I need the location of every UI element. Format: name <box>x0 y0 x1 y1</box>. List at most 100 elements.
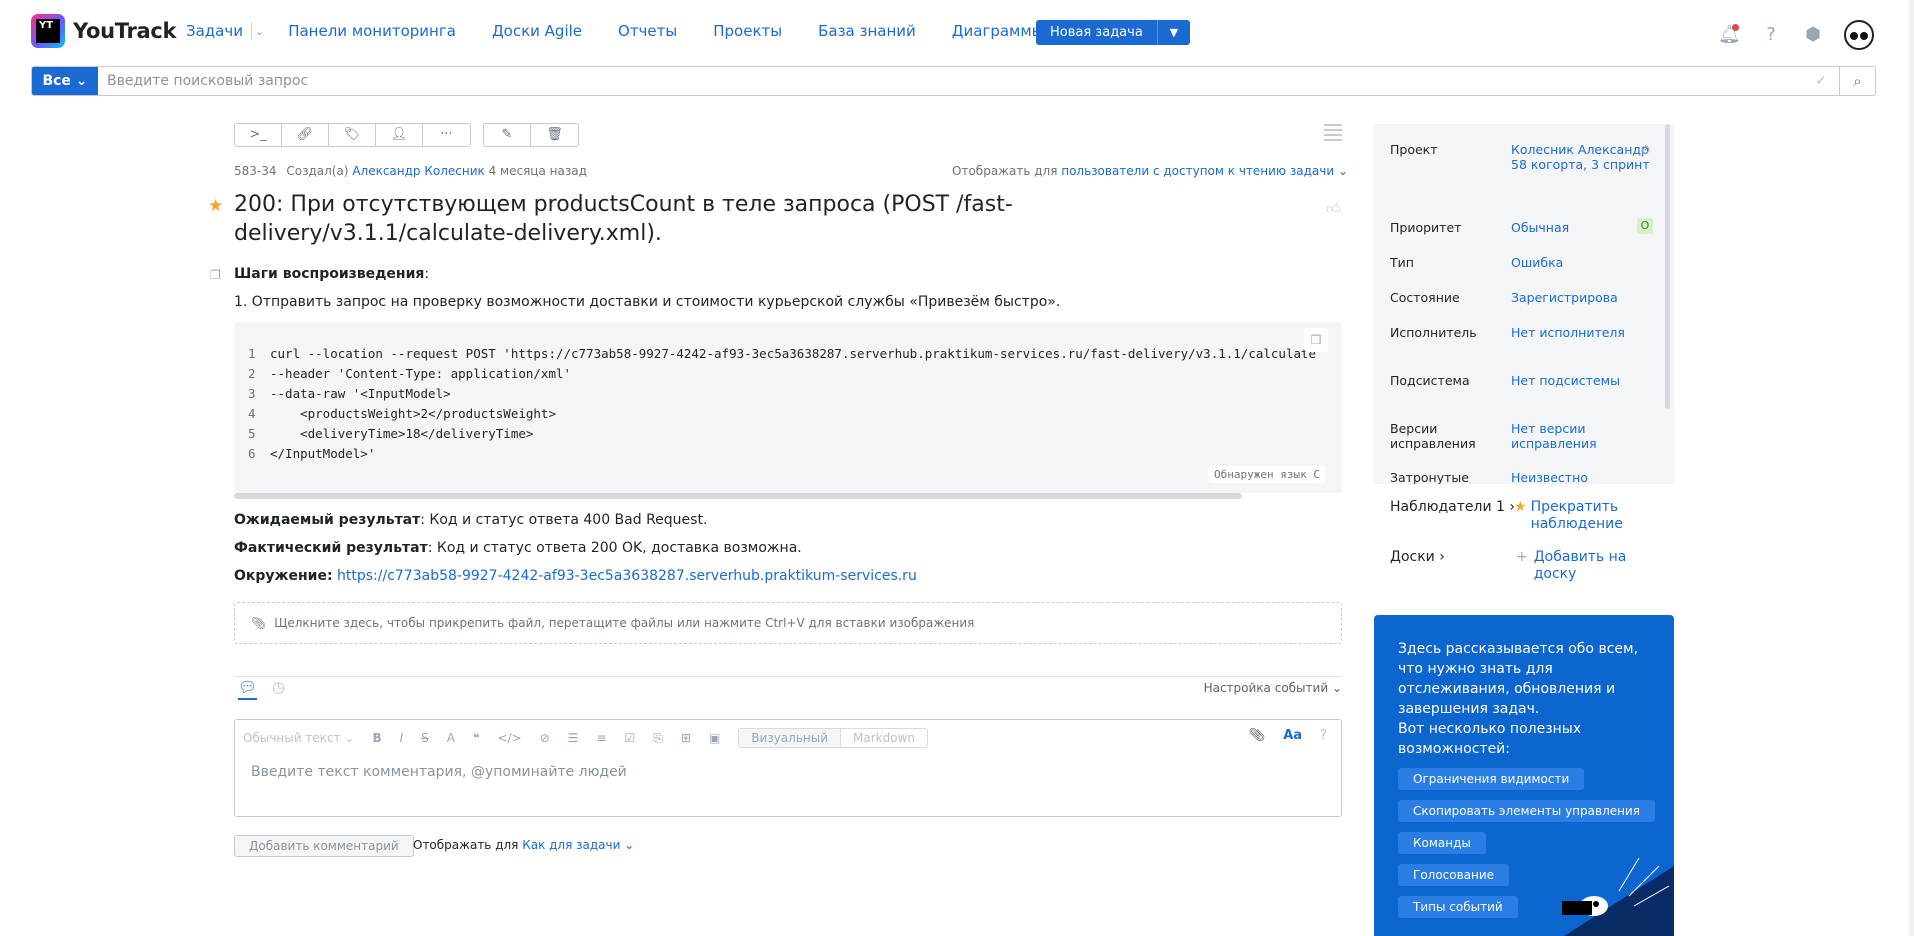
tag-icon[interactable]: 🏷︎ <box>329 124 376 146</box>
paperclip-icon[interactable]: 📎︎ <box>1249 728 1266 743</box>
image-icon[interactable]: ▣ <box>709 731 720 745</box>
mode-markdown[interactable]: Markdown <box>841 729 927 747</box>
code-line-5: <deliveryTime>18</deliveryTime> <box>270 426 534 441</box>
attach-hint: Щелкните здесь, чтобы прикрепить файл, п… <box>274 616 975 630</box>
visibility-select[interactable]: пользователи с доступом к чтению задачи … <box>1061 164 1348 178</box>
chevron-down-icon[interactable]: ⌄ <box>255 25 264 38</box>
created-prefix: Создал(а) <box>286 164 349 178</box>
comment-input[interactable] <box>251 764 1311 780</box>
add-to-board-button[interactable]: + Добавить на доску <box>1516 549 1644 583</box>
actual-label: Фактический результат <box>234 540 428 556</box>
page-scrollbar[interactable] <box>1909 0 1914 936</box>
code-icon[interactable]: </> <box>497 731 521 745</box>
user-avatar[interactable] <box>1844 20 1874 50</box>
nav-agile-boards[interactable]: Доски Agile <box>492 22 582 40</box>
command-icon[interactable]: >_ <box>235 124 282 146</box>
bell-icon[interactable]: 🔔︎ <box>1718 24 1741 46</box>
new-task-dropdown-button[interactable]: ▼ <box>1156 20 1190 45</box>
nav-knowledge-base[interactable]: База знаний <box>818 22 916 40</box>
bullet-list-icon[interactable]: ☰ <box>568 731 579 745</box>
search-scope-button[interactable]: Все ⌄ <box>32 67 98 95</box>
comments-tab-icon[interactable]: 💬︎ <box>238 678 258 700</box>
environment-link[interactable]: https://c773ab58-9927-4242-af93-3ec5a363… <box>337 568 917 584</box>
help-icon[interactable]: ? <box>1760 24 1782 46</box>
watchers-label[interactable]: Наблюдатели 1 › <box>1390 499 1515 515</box>
star-icon[interactable]: ★ <box>208 196 223 216</box>
nav-dashboards[interactable]: Панели мониторинга <box>288 22 456 40</box>
pencil-icon[interactable]: ✎ <box>484 124 531 146</box>
nav-issues[interactable]: Задачи <box>186 22 243 40</box>
copy-description-icon[interactable]: ❐ <box>210 268 221 282</box>
search-input[interactable] <box>98 67 1803 95</box>
help-icon[interactable]: ? <box>1320 728 1327 743</box>
expected-text: : Код и статус ответа 400 Bad Request. <box>420 512 708 528</box>
nav-reports[interactable]: Отчеты <box>618 22 677 40</box>
issue-title[interactable]: 200: При отсутствующем productsCount в т… <box>234 190 1094 248</box>
priority-badge: O <box>1637 218 1653 234</box>
numbered-list-icon[interactable]: ≡ <box>596 731 606 745</box>
stop-watching-button[interactable]: ★ Прекратить наблюдение <box>1514 499 1641 533</box>
more-icon[interactable]: ··· <box>423 124 470 146</box>
issue-description: Шаги воспроизведения: 1. Отправить запро… <box>234 265 1342 321</box>
fields-panel-scrollbar[interactable] <box>1665 124 1670 409</box>
search-icon[interactable]: ⌕ <box>1839 67 1875 95</box>
italic-icon[interactable]: I <box>400 731 404 745</box>
event-settings-select[interactable]: Настройка событий ⌄ <box>1204 681 1342 695</box>
strikethrough-icon[interactable]: S <box>421 731 429 745</box>
editor-toolbar: Обычный текст ⌄ B I S A ❝ </> ⊘ ☰ ≡ ☑ ⎘ … <box>243 728 928 748</box>
code-line-4: <productsWeight>2</productsWeight> <box>270 406 556 421</box>
trash-icon[interactable]: 🗑︎ <box>531 124 578 146</box>
boards-label[interactable]: Доски › <box>1390 549 1445 565</box>
new-task-button[interactable]: Новая задача <box>1036 20 1157 45</box>
settings-icon[interactable]: ⬢ <box>1802 24 1824 46</box>
block-icon[interactable]: ⎘ <box>653 731 663 746</box>
step-1: 1. Отправить запрос на проверку возможно… <box>234 294 1061 310</box>
query-check-icon: ✓ <box>1815 73 1827 89</box>
chip-voting[interactable]: Голосование <box>1398 864 1510 886</box>
add-comment-button[interactable]: Добавить комментарий <box>234 835 414 857</box>
onboarding-illustration <box>1562 857 1674 936</box>
link-icon[interactable]: ⊘ <box>540 731 550 745</box>
code-line-3: --data-raw '<InputModel> <box>270 386 451 401</box>
attach-dropzone[interactable]: 📎︎ Щелкните здесь, чтобы прикрепить файл… <box>234 602 1342 644</box>
code-language-label[interactable]: Обнаружен язык C <box>1208 466 1326 483</box>
checklist-icon[interactable]: ☑ <box>625 731 636 745</box>
environment-label: Окружение: <box>234 568 333 584</box>
line-number: 2 <box>248 366 256 381</box>
text-color-icon[interactable]: A <box>447 731 455 745</box>
quote-icon[interactable]: ❝ <box>473 731 479 745</box>
link-icon[interactable]: 🔗︎ <box>282 124 329 146</box>
history-tab-icon[interactable]: ◷ <box>272 678 285 696</box>
code-scrollbar[interactable] <box>234 493 1242 499</box>
visibility-prefix: Отображать для <box>952 164 1058 178</box>
thumbs-up-icon[interactable]: 👍︎ <box>1326 200 1341 217</box>
activity-menu-icon[interactable] <box>1324 124 1342 144</box>
code-line-1: curl --location --request POST 'https://… <box>270 346 1317 361</box>
line-number: 3 <box>248 386 256 401</box>
app-logo[interactable]: YT YouTrack <box>31 14 177 48</box>
font-toggle[interactable]: Aa <box>1283 728 1302 743</box>
comment-visibility-select[interactable]: Как для задачи ⌄ <box>522 838 634 852</box>
show-for-prefix: Отображать для <box>413 838 519 852</box>
steps-heading: Шаги воспроизведения <box>234 266 425 282</box>
user-icon[interactable]: 👤︎ <box>376 124 423 146</box>
nav-divider <box>250 22 252 40</box>
chip-copy-controls[interactable]: Скопировать элементы управления <box>1398 800 1655 822</box>
issue-visibility: Отображать для пользователи с доступом к… <box>952 164 1348 178</box>
issue-id[interactable]: 583-34 <box>234 164 277 178</box>
chip-visibility-restrictions[interactable]: Ограничения видимости <box>1398 768 1585 790</box>
onboarding-panel: Здесь рассказывается обо всем, что нужно… <box>1374 615 1674 936</box>
editor-mode-switch: Визуальный Markdown <box>738 728 928 748</box>
fields-settings-icon[interactable]: ⚙︎ <box>1640 143 1651 157</box>
bold-icon[interactable]: B <box>372 731 381 745</box>
line-number: 5 <box>248 426 256 441</box>
mode-visual[interactable]: Визуальный <box>739 729 842 747</box>
copy-code-icon[interactable]: ❐ <box>1304 328 1328 352</box>
author-link[interactable]: Александр Колесник <box>352 164 484 178</box>
issue-toolbar: >_ 🔗︎ 🏷︎ 👤︎ ··· ✎ 🗑︎ <box>234 123 579 147</box>
text-format-select[interactable]: Обычный текст ⌄ <box>243 731 354 745</box>
chip-event-types[interactable]: Типы событий <box>1398 896 1518 918</box>
table-icon[interactable]: ⊞ <box>681 731 691 745</box>
nav-projects[interactable]: Проекты <box>713 22 782 40</box>
chip-commands[interactable]: Команды <box>1398 832 1486 854</box>
